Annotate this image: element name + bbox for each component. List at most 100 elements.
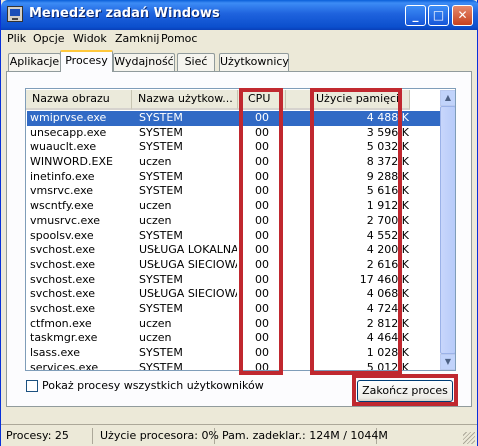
status-bar: Procesy: 25 Użycie procesora: 0% Pam. za… — [1, 424, 477, 446]
column-header-user-name[interactable]: Nazwa użytkow... — [132, 90, 238, 110]
tab-wydajnosc[interactable]: Wydajność — [113, 53, 175, 71]
cell-image-name: svchost.exe — [30, 301, 96, 315]
menu-zamknij[interactable]: Zamknij — [115, 32, 159, 45]
cell-memory: 8 372 K — [366, 155, 409, 169]
menu-plik[interactable]: Plik — [7, 32, 26, 45]
cell-user-name: uczen — [139, 155, 172, 169]
cell-cpu: 00 — [255, 287, 269, 301]
menu-bar: Plik Opcje Widok Zamknij Pomoc — [1, 30, 477, 48]
cell-user-name: uczen — [139, 331, 172, 345]
title-bar[interactable]: Menedżer zadań Windows _ □ ✕ — [1, 0, 478, 30]
table-row[interactable]: svchost.exe USŁUGA SIECIOWA 00 4 068 K — [27, 287, 440, 302]
status-commit-charge: Pam. zadeklar.: 124M / 1044M — [219, 428, 388, 444]
cell-user-name: SYSTEM — [139, 111, 183, 124]
scroll-thumb[interactable] — [440, 106, 455, 354]
end-process-button[interactable]: Zakończ proces — [357, 380, 453, 402]
vertical-scrollbar[interactable]: ▲ ▼ — [440, 90, 455, 370]
table-row[interactable]: wuauclt.exe SYSTEM 00 5 032 K — [27, 140, 440, 155]
maximize-button[interactable]: □ — [428, 5, 449, 26]
cell-user-name: uczen — [139, 199, 172, 213]
table-row[interactable]: unsecapp.exe SYSTEM 00 3 596 K — [27, 126, 440, 141]
cell-user-name: SYSTEM — [139, 360, 183, 371]
cell-user-name: SYSTEM — [139, 125, 183, 139]
window-title: Menedżer zadań Windows — [29, 6, 220, 21]
cell-cpu: 00 — [255, 155, 269, 169]
task-manager-window: Menedżer zadań Windows _ □ ✕ Plik Opcje … — [0, 0, 478, 446]
table-row[interactable]: svchost.exe SYSTEM 00 17 460 K — [27, 273, 440, 288]
cell-cpu: 00 — [255, 169, 269, 183]
cell-image-name: wscntfy.exe — [30, 199, 94, 213]
cell-image-name: taskmgr.exe — [30, 331, 98, 345]
cell-memory: 4 724 K — [366, 301, 409, 315]
cell-user-name: SYSTEM — [139, 228, 183, 242]
cell-cpu: 00 — [255, 360, 269, 371]
cell-image-name: ctfmon.exe — [30, 316, 92, 330]
table-row[interactable]: wscntfy.exe uczen 00 1 912 K — [27, 199, 440, 214]
cell-cpu: 00 — [255, 213, 269, 227]
table-row[interactable]: svchost.exe USŁUGA LOKALNA 00 4 200 K — [27, 243, 440, 258]
resize-grip[interactable] — [463, 432, 475, 444]
tab-aplikacje[interactable]: Aplikacje — [8, 53, 61, 71]
cell-user-name: USŁUGA LOKALNA — [139, 243, 237, 257]
cell-user-name: SYSTEM — [139, 184, 183, 198]
table-row[interactable]: ctfmon.exe uczen 00 2 812 K — [27, 317, 440, 332]
close-button[interactable]: ✕ — [452, 5, 473, 26]
table-row[interactable]: svchost.exe SYSTEM 00 4 724 K — [27, 302, 440, 317]
cell-cpu: 00 — [255, 125, 269, 139]
cell-image-name: inetinfo.exe — [30, 169, 95, 183]
cell-user-name: USŁUGA SIECIOWA — [139, 287, 237, 301]
tab-uzytkownicy[interactable]: Użytkownicy — [219, 53, 289, 71]
show-all-users-label[interactable]: Pokaż procesy wszystkich użytkowników — [42, 379, 264, 392]
table-row[interactable]: vmsrvc.exe SYSTEM 00 5 616 K — [27, 184, 440, 199]
column-header-image-name[interactable]: Nazwa obrazu — [26, 90, 132, 110]
table-row[interactable]: svchost.exe USŁUGA SIECIOWA 00 2 616 K — [27, 258, 440, 273]
cell-user-name: SYSTEM — [139, 140, 183, 154]
cell-user-name: uczen — [139, 213, 172, 227]
process-rows: wmiprvse.exe SYSTEM 00 4 488 K unsecapp.exe S… — [27, 111, 440, 371]
table-row[interactable]: taskmgr.exe uczen 00 4 464 K — [27, 331, 440, 346]
menu-pomoc[interactable]: Pomoc — [161, 32, 197, 45]
table-row[interactable]: vmusrvc.exe uczen 00 2 700 K — [27, 214, 440, 229]
tab-procesy[interactable]: Procesy — [60, 50, 113, 72]
show-all-users-checkbox[interactable] — [26, 380, 38, 392]
cell-cpu: 00 — [255, 111, 269, 124]
cell-user-name: SYSTEM — [139, 301, 183, 315]
cell-image-name: svchost.exe — [30, 257, 96, 271]
table-row[interactable]: inetinfo.exe SYSTEM 00 9 288 K — [27, 170, 440, 185]
table-row[interactable]: lsass.exe SYSTEM 00 1 028 K — [27, 346, 440, 361]
table-row[interactable]: wmiprvse.exe SYSTEM 00 4 488 K — [27, 111, 440, 126]
menu-widok[interactable]: Widok — [73, 32, 107, 45]
cell-cpu: 00 — [255, 199, 269, 213]
tab-siec[interactable]: Sieć — [177, 53, 215, 71]
cell-memory: 1 912 K — [366, 199, 409, 213]
table-row[interactable]: services.exe SYSTEM 00 5 012 K — [27, 360, 440, 371]
task-manager-icon — [7, 6, 23, 22]
cell-image-name: wmiprvse.exe — [30, 111, 107, 124]
cell-memory: 5 032 K — [366, 140, 409, 154]
cell-memory: 5 012 K — [366, 360, 409, 371]
cell-memory: 4 552 K — [366, 228, 409, 242]
cell-image-name: unsecapp.exe — [30, 125, 107, 139]
cell-image-name: svchost.exe — [30, 272, 96, 286]
cell-image-name: vmsrvc.exe — [30, 184, 94, 198]
cell-cpu: 00 — [255, 272, 269, 286]
cell-image-name: vmusrvc.exe — [30, 213, 101, 227]
cell-cpu: 00 — [255, 316, 269, 330]
cell-memory: 3 596 K — [366, 125, 409, 139]
scroll-up-button[interactable]: ▲ — [440, 90, 455, 106]
cell-cpu: 00 — [255, 140, 269, 154]
cell-cpu: 00 — [255, 184, 269, 198]
cell-image-name: spoolsv.exe — [30, 228, 94, 242]
cell-memory: 4 488 K — [366, 111, 409, 124]
table-row[interactable]: spoolsv.exe SYSTEM 00 4 552 K — [27, 229, 440, 244]
cell-user-name: SYSTEM — [139, 272, 183, 286]
cell-user-name: SYSTEM — [139, 346, 183, 359]
table-row[interactable]: WINWORD.EXE uczen 00 8 372 K — [27, 155, 440, 170]
column-header-memory[interactable]: Użycie pamięci — [286, 90, 410, 110]
menu-opcje[interactable]: Opcje — [33, 32, 65, 45]
process-list[interactable]: Nazwa obrazu Nazwa użytkow... CPU Użycie… — [25, 88, 456, 371]
status-cpu-usage: Użycie procesora: 0% — [97, 428, 219, 444]
column-header-cpu[interactable]: CPU — [238, 90, 286, 110]
minimize-button[interactable]: _ — [405, 5, 426, 26]
scroll-down-button[interactable]: ▼ — [440, 354, 455, 370]
